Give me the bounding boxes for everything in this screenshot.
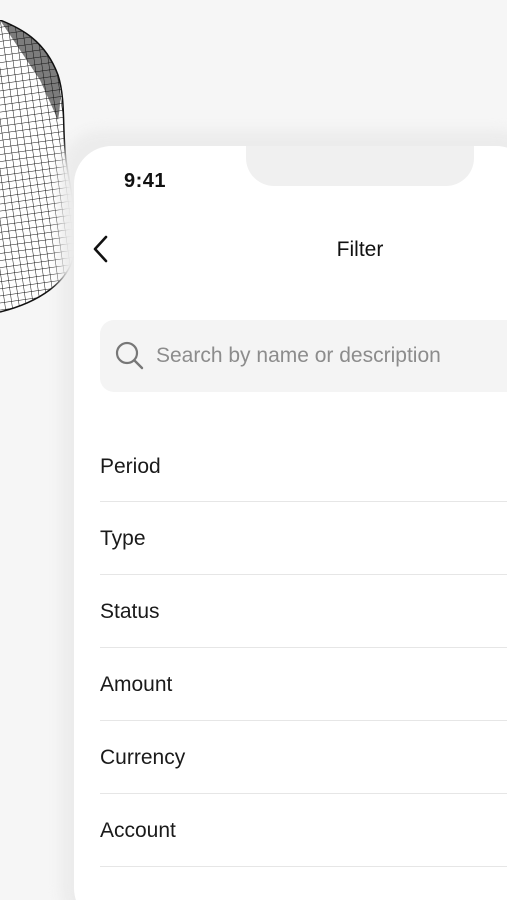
filter-item-label: Currency — [100, 746, 186, 769]
filter-item-label: Amount — [100, 673, 173, 696]
filter-item-type[interactable]: Type — [100, 502, 507, 575]
page-title: Filter — [336, 238, 384, 261]
search-icon — [115, 341, 144, 370]
filter-item-currency[interactable]: Currency — [100, 721, 507, 794]
status-bar-time: 9:41 — [124, 170, 167, 192]
filter-item-status[interactable]: Status — [100, 575, 507, 648]
filter-item-period[interactable]: Period — [100, 430, 507, 502]
filter-item-amount[interactable]: Amount — [100, 648, 507, 721]
search-bar[interactable] — [100, 320, 507, 392]
filter-item-label: Status — [100, 600, 160, 623]
filter-item-label: Type — [100, 527, 146, 550]
screen: 9:41 Filter Period Type Status — [0, 0, 507, 900]
search-input[interactable] — [156, 320, 507, 392]
filter-list: Period Type Status Amount Currency Accou… — [100, 430, 507, 867]
filter-item-label: Account — [100, 819, 176, 842]
filter-item-label: Period — [100, 454, 161, 478]
phone-screen: 9:41 Filter Period Type Status — [74, 146, 507, 900]
device-notch — [246, 146, 474, 186]
filter-item-account[interactable]: Account — [100, 794, 507, 867]
